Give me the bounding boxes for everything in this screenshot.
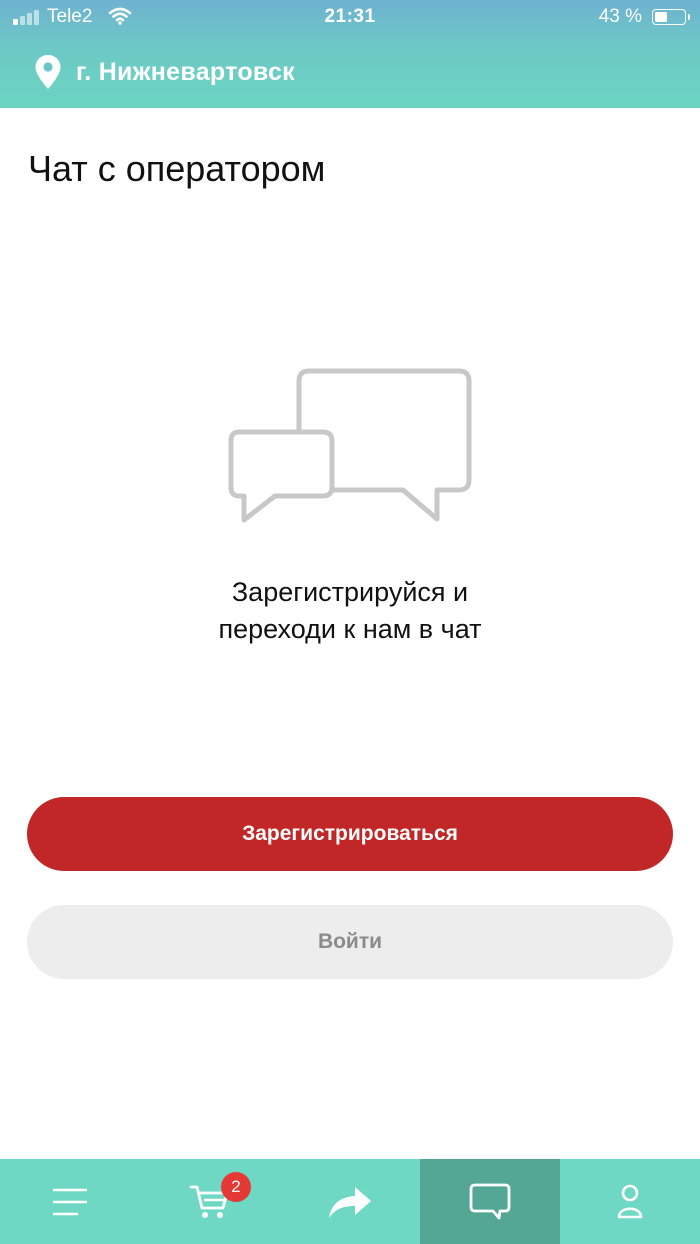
tab-menu[interactable]: [0, 1159, 140, 1244]
city-name: г. Нижневартовск: [76, 57, 295, 86]
tab-chat[interactable]: [420, 1159, 560, 1244]
chat-bubble-icon: [469, 1183, 511, 1219]
tab-profile[interactable]: [560, 1159, 700, 1244]
clock: 21:31: [324, 6, 376, 27]
register-button[interactable]: Зарегистрироваться: [27, 797, 673, 871]
page-title: Чат с оператором: [28, 148, 326, 189]
cart-badge: 2: [221, 1172, 251, 1202]
battery-percent: 43 %: [598, 6, 642, 27]
login-button[interactable]: Войти: [27, 905, 673, 979]
status-bar: Tele2 21:31 43 %: [0, 0, 700, 36]
battery-icon: [652, 9, 690, 25]
battery-fill: [655, 12, 667, 22]
city-selector[interactable]: г. Нижневартовск: [34, 54, 295, 90]
app-header: Tele2 21:31 43 % г. Нижневартовск: [0, 0, 700, 108]
tab-share[interactable]: [280, 1159, 420, 1244]
tab-cart[interactable]: [140, 1159, 280, 1244]
share-arrow-icon: [329, 1186, 371, 1218]
hamburger-menu-icon: [53, 1188, 87, 1215]
prompt-line-1: Зарегистрируйся и: [231, 577, 469, 607]
location-pin-icon: [35, 55, 61, 89]
chat-bubbles-icon: [228, 368, 472, 523]
prompt-line-2: переходи к нам в чат: [218, 614, 482, 644]
user-icon: [617, 1184, 643, 1218]
register-prompt: Зарегистрируйся и переходи к нам в чат: [0, 574, 700, 648]
bottom-tab-bar: [0, 1159, 700, 1244]
